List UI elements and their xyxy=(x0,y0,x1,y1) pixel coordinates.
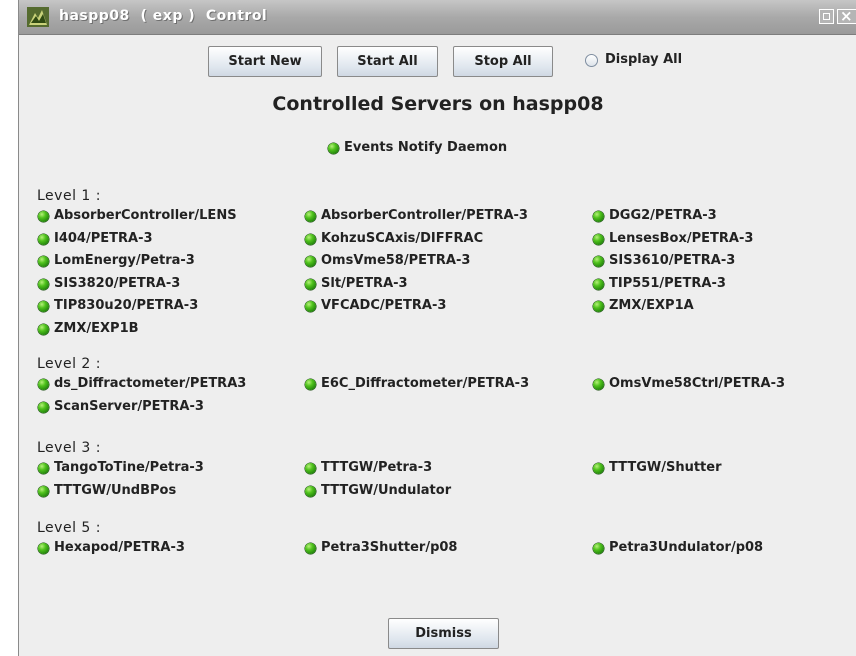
status-led-icon xyxy=(38,233,49,245)
radio-circle-icon[interactable] xyxy=(585,54,598,67)
server-name[interactable]: E6C_Diffractometer/PETRA-3 xyxy=(321,376,529,391)
status-led-icon xyxy=(38,256,49,267)
server-name[interactable]: ds_Diffractometer/PETRA3 xyxy=(54,376,246,391)
status-led-icon xyxy=(38,401,49,413)
status-led-icon xyxy=(38,379,49,390)
start-all-button[interactable]: Start All xyxy=(337,46,438,77)
server-name[interactable]: SIS3820/PETRA-3 xyxy=(54,276,180,291)
control-window: haspp08 ( exp ) Control Start New Start … xyxy=(18,0,856,656)
server-name[interactable]: TangoToTine/Petra-3 xyxy=(54,460,204,475)
level-label: Level 3 : xyxy=(37,440,101,456)
close-icon[interactable] xyxy=(837,7,856,25)
server-name[interactable]: SIS3610/PETRA-3 xyxy=(609,253,735,268)
server-name[interactable]: AbsorberController/PETRA-3 xyxy=(321,208,528,223)
status-led-icon xyxy=(593,463,604,474)
status-led-icon xyxy=(38,211,49,222)
page-title: Controlled Servers on haspp08 xyxy=(272,93,604,115)
status-led-icon xyxy=(593,379,604,390)
server-name[interactable]: AbsorberController/LENS xyxy=(54,208,237,223)
status-led-icon xyxy=(305,256,316,267)
start-new-button[interactable]: Start New xyxy=(208,46,322,77)
status-led-icon xyxy=(593,278,604,290)
status-led-icon xyxy=(593,233,604,245)
server-name[interactable]: TTTGW/Shutter xyxy=(609,460,722,475)
server-name[interactable]: TIP551/PETRA-3 xyxy=(609,276,726,291)
status-led-icon xyxy=(593,256,604,267)
server-name[interactable]: ZMX/EXP1B xyxy=(54,321,139,336)
server-name[interactable]: LomEnergy/Petra-3 xyxy=(54,253,195,268)
server-name[interactable]: TIP830u20/PETRA-3 xyxy=(54,298,198,313)
status-led-icon xyxy=(593,211,604,222)
dismiss-button[interactable]: Dismiss xyxy=(388,618,499,649)
stop-all-button[interactable]: Stop All xyxy=(453,46,553,77)
notify-daemon-label: Events Notify Daemon xyxy=(344,140,508,155)
status-led-icon xyxy=(305,543,316,554)
server-name[interactable]: ZMX/EXP1A xyxy=(609,298,694,313)
level-label: Level 1 : xyxy=(37,188,101,204)
server-name[interactable]: KohzuSCAxis/DIFFRAC xyxy=(321,231,483,246)
status-led-icon xyxy=(305,233,316,245)
status-led-icon xyxy=(593,543,604,554)
server-name[interactable]: Hexapod/PETRA-3 xyxy=(54,540,185,555)
server-name[interactable]: VFCADC/PETRA-3 xyxy=(321,298,446,313)
server-name[interactable]: ScanServer/PETRA-3 xyxy=(54,399,204,414)
server-name[interactable]: LensesBox/PETRA-3 xyxy=(609,231,753,246)
status-led-icon xyxy=(38,323,49,335)
app-icon xyxy=(27,7,49,27)
status-led-icon xyxy=(38,463,49,474)
status-led-icon xyxy=(38,301,49,312)
status-led-icon xyxy=(305,278,316,290)
server-name[interactable]: TTTGW/Petra-3 xyxy=(321,460,432,475)
server-name[interactable]: OmsVme58/PETRA-3 xyxy=(321,253,470,268)
window-title: haspp08 ( exp ) Control xyxy=(59,8,268,24)
display-all-label: Display All xyxy=(605,52,683,67)
status-led-icon xyxy=(593,301,604,312)
server-name[interactable]: TTTGW/UndBPos xyxy=(54,483,176,498)
status-led-icon xyxy=(305,485,316,497)
status-led-icon xyxy=(305,379,316,390)
server-name[interactable]: Slt/PETRA-3 xyxy=(321,276,408,291)
status-led-icon xyxy=(328,143,339,154)
title-bar[interactable]: haspp08 ( exp ) Control xyxy=(19,0,856,35)
server-name[interactable]: Petra3Undulator/p08 xyxy=(609,540,763,555)
server-name[interactable]: I404/PETRA-3 xyxy=(54,231,153,246)
status-led-icon xyxy=(38,543,49,554)
level-label: Level 5 : xyxy=(37,520,101,536)
server-name[interactable]: TTTGW/Undulator xyxy=(321,483,451,498)
status-led-icon xyxy=(305,301,316,312)
status-led-icon xyxy=(305,211,316,222)
status-led-icon xyxy=(38,485,49,497)
level-label: Level 2 : xyxy=(37,356,101,372)
server-name[interactable]: DGG2/PETRA-3 xyxy=(609,208,717,223)
status-led-icon xyxy=(305,463,316,474)
maximize-icon[interactable] xyxy=(819,9,834,24)
server-name[interactable]: OmsVme58Ctrl/PETRA-3 xyxy=(609,376,785,391)
status-led-icon xyxy=(38,278,49,290)
server-name[interactable]: Petra3Shutter/p08 xyxy=(321,540,457,555)
